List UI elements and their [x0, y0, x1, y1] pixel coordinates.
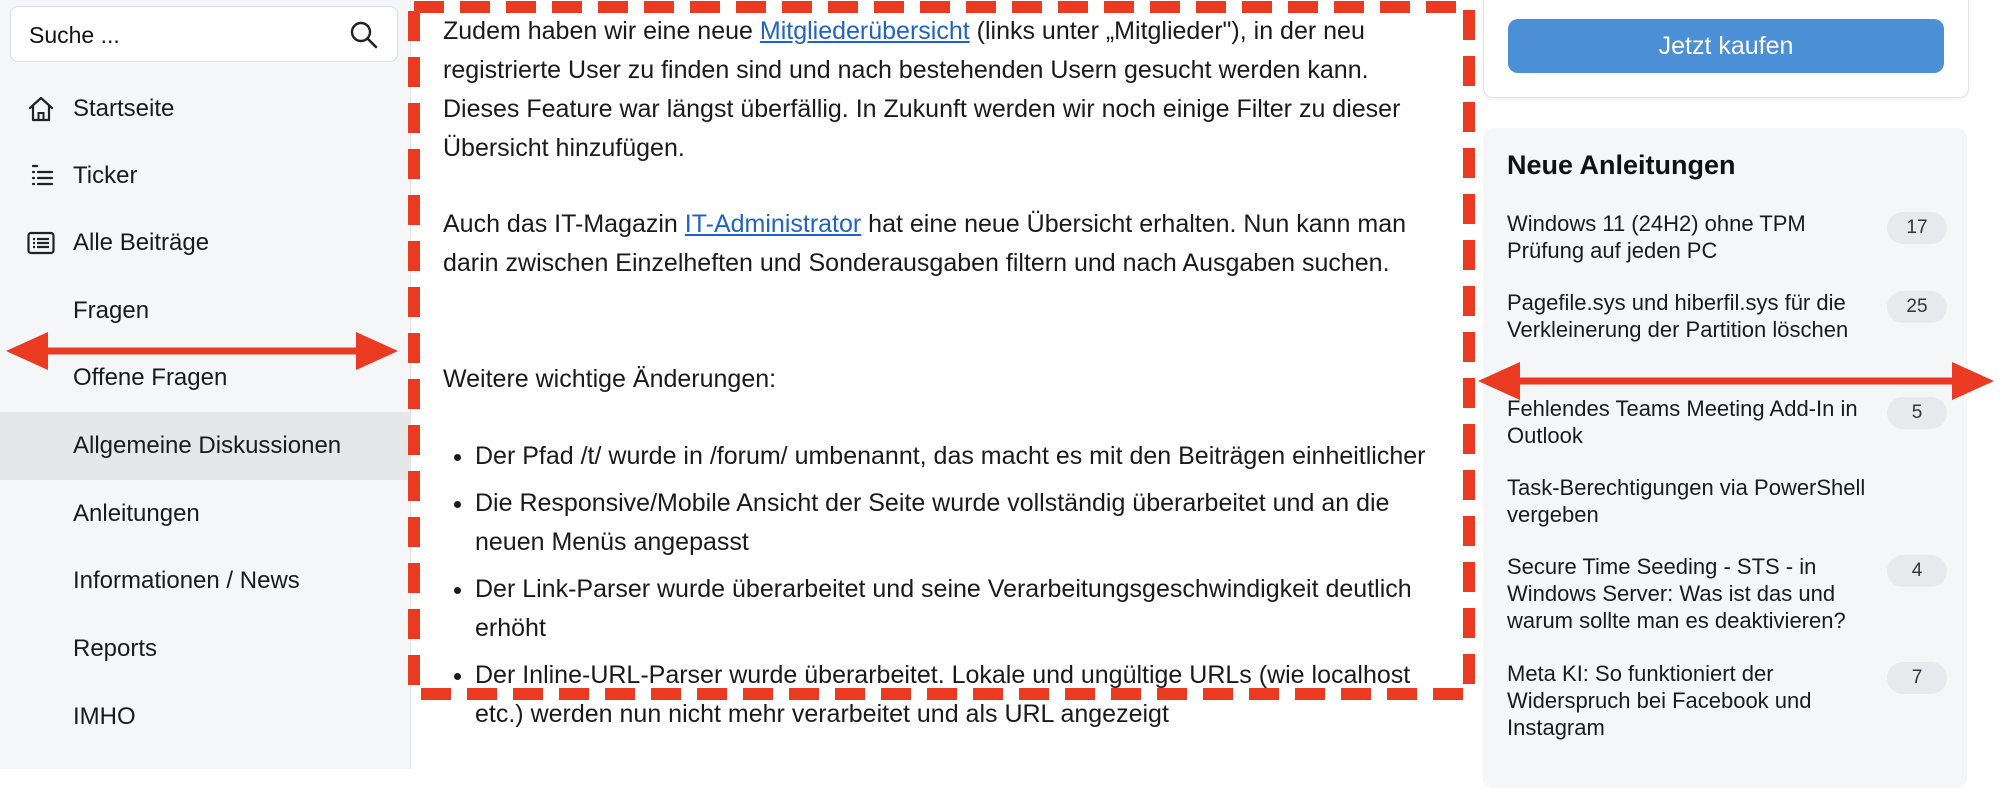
comment-count-badge: 25: [1887, 291, 1947, 323]
paragraph: Auch das IT-Magazin IT-Administrator hat…: [443, 205, 1433, 283]
comment-count-badge: 17: [1887, 212, 1947, 244]
guide-title: Secure Time Seeding - STS - in Windows S…: [1507, 554, 1846, 633]
buy-card: Jetzt kaufen: [1483, 0, 1969, 98]
sidebar: Startseite Ticker Alle Beiträge Fragen O…: [0, 0, 411, 769]
comment-count-badge: 4: [1887, 555, 1947, 587]
new-guides-widget: Neue Anleitungen Windows 11 (24H2) ohne …: [1483, 128, 1967, 788]
guide-item[interactable]: Fehlendes Teams Meeting Add-In in Outloo…: [1507, 395, 1947, 449]
buy-now-button[interactable]: Jetzt kaufen: [1508, 19, 1944, 73]
nav-label: Fragen: [73, 297, 150, 324]
nav-item-informationen-news[interactable]: Informationen / News: [0, 547, 410, 615]
nav-item-offene-fragen[interactable]: Offene Fragen: [0, 344, 410, 412]
guide-item[interactable]: Task-Berechtigungen via PowerShell verge…: [1507, 474, 1947, 528]
list-icon: [27, 231, 55, 255]
nav-item-ticker[interactable]: Ticker: [0, 142, 410, 210]
guide-title: Meta KI: So funktioniert der Widerspruch…: [1507, 661, 1812, 740]
widget-title: Neue Anleitungen: [1507, 150, 1736, 180]
comment-count-badge: 7: [1887, 662, 1947, 694]
nav-item-startseite[interactable]: Startseite: [0, 75, 410, 143]
list-item: Der Inline-URL-Parser wurde überarbeitet…: [475, 656, 1435, 734]
guide-title: Fehlendes Teams Meeting Add-In in Outloo…: [1507, 396, 1858, 448]
guide-item[interactable]: Pagefile.sys und hiberfil.sys für die Ve…: [1507, 289, 1947, 343]
nav-item-alle-beitraege[interactable]: Alle Beiträge: [0, 209, 410, 277]
nav-item-fragen[interactable]: Fragen: [0, 277, 410, 345]
changes-list: Der Pfad /t/ wurde in /forum/ umbenannt,…: [443, 437, 1435, 742]
it-administrator-link[interactable]: IT-Administrator: [685, 210, 861, 238]
list-item: Die Responsive/Mobile Ansicht der Seite …: [475, 484, 1435, 562]
nav-label: Anleitungen: [73, 500, 200, 527]
search-icon[interactable]: [349, 20, 379, 50]
paragraph: Weitere wichtige Änderungen:: [443, 365, 777, 393]
ticker-icon: [31, 164, 54, 186]
text: Auch das IT-Magazin: [443, 210, 685, 238]
nav-item-imho[interactable]: IMHO: [0, 683, 410, 751]
nav-item-anleitungen[interactable]: Anleitungen: [0, 480, 410, 548]
members-overview-link[interactable]: Mitgliederübersicht: [760, 17, 970, 45]
guide-item[interactable]: Meta KI: So funktioniert der Widerspruch…: [1507, 660, 1947, 741]
nav-label: Startseite: [73, 95, 175, 122]
text: Zudem haben wir eine neue: [443, 17, 760, 45]
search-box: [10, 6, 398, 62]
guide-item[interactable]: Secure Time Seeding - STS - in Windows S…: [1507, 553, 1947, 634]
nav-label: Reports: [73, 635, 158, 662]
paragraph: Zudem haben wir eine neue Mitgliederüber…: [443, 12, 1433, 168]
guide-title: Task-Berechtigungen via PowerShell verge…: [1507, 475, 1866, 527]
nav-label: Allgemeine Diskussionen: [73, 432, 342, 459]
home-icon: [28, 96, 54, 122]
nav-label: IMHO: [73, 703, 136, 730]
list-item: Der Link-Parser wurde überarbeitet und s…: [475, 570, 1435, 648]
search-input[interactable]: [27, 17, 331, 53]
guide-title: Windows 11 (24H2) ohne TPM Prüfung auf j…: [1507, 211, 1806, 263]
comment-count-badge: 5: [1887, 397, 1947, 429]
nav-label: Offene Fragen: [73, 364, 228, 391]
list-item: Der Pfad /t/ wurde in /forum/ umbenannt,…: [475, 437, 1435, 476]
nav-label: Alle Beiträge: [73, 229, 210, 256]
guide-item[interactable]: Windows 11 (24H2) ohne TPM Prüfung auf j…: [1507, 210, 1947, 264]
guide-title: Pagefile.sys und hiberfil.sys für die Ve…: [1507, 290, 1849, 342]
nav-item-reports[interactable]: Reports: [0, 615, 410, 683]
nav-label: Ticker: [73, 162, 138, 189]
nav-label: Informationen / News: [73, 567, 300, 594]
nav-item-allgemeine-diskussionen[interactable]: Allgemeine Diskussionen: [0, 412, 410, 480]
